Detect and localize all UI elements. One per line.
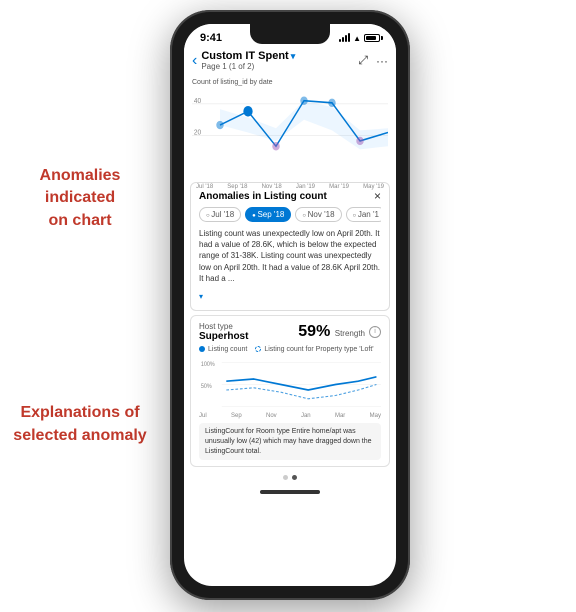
header-title: Custom IT Spent ▾ [201, 50, 295, 62]
explanation-type-label: Host type [199, 322, 248, 331]
x-mini-jan: Jan [301, 413, 311, 419]
status-time: 9:41 [200, 32, 222, 44]
anomaly-panel-title: Anomalies in Listing count [199, 191, 327, 202]
anomaly-tab-nov18[interactable]: Nov '18 [295, 207, 341, 222]
legend-label-listing: Listing count [208, 346, 247, 353]
phone-wrapper: 9:41 ▲ ‹ [170, 10, 410, 600]
header-title-block: Custom IT Spent ▾ Page 1 (1 of 2) [201, 50, 295, 71]
main-chart-svg: 40 20 [192, 88, 388, 178]
status-icons: ▲ [339, 34, 380, 43]
wifi-icon: ▲ [353, 34, 361, 43]
left-annotations: Anomalies indicatedon chart Explanations… [0, 0, 160, 612]
signal-bars-icon [339, 34, 350, 42]
dropdown-chevron-icon[interactable]: ▾ [291, 51, 296, 62]
pagination-dot-1[interactable] [283, 475, 288, 480]
phone-frame: 9:41 ▲ ‹ [170, 10, 410, 600]
x-label-jan19: Jan '19 [296, 184, 315, 190]
header-left: ‹ Custom IT Spent ▾ Page 1 (1 of 2) [192, 50, 295, 71]
strength-value-block: 59% Strength [298, 323, 365, 341]
strength-block: 59% Strength i [298, 323, 381, 341]
legend-item-listing-count: Listing count [199, 346, 247, 353]
header-subtitle: Page 1 (1 of 2) [201, 62, 295, 71]
x-mini-may: May [370, 413, 381, 419]
annotation-anomalies: Anomalies indicatedon chart [10, 165, 150, 232]
anomaly-tab-sep18[interactable]: Sep '18 [245, 207, 291, 222]
svg-text:100%: 100% [201, 361, 216, 368]
legend-item-property-loft: Listing count for Property type 'Loft' [255, 346, 373, 353]
strength-percentage: 59% [298, 323, 330, 340]
legend-label-loft: Listing count for Property type 'Loft' [264, 346, 373, 353]
explanation-card: Host type Superhost 59% Strength i [190, 315, 390, 467]
explanation-header: Host type Superhost 59% Strength i [199, 322, 381, 342]
more-options-icon[interactable]: ··· [376, 54, 388, 68]
svg-text:20: 20 [194, 129, 201, 136]
chart-label: Count of listing_id by date [192, 79, 388, 86]
pagination-dots [184, 471, 396, 482]
see-more-button[interactable]: ▾ [199, 292, 203, 301]
explanation-footer: ListingCount for Room type Entire home/a… [199, 423, 381, 460]
mini-chart-legend: Listing count Listing count for Property… [199, 346, 381, 353]
x-label-sep18: Sep '18 [227, 184, 247, 190]
x-mini-sep: Sep [231, 413, 242, 419]
x-mini-mar: Mar [335, 413, 345, 419]
status-bar: 9:41 ▲ [184, 24, 396, 46]
anomaly-tab-jul18[interactable]: Jul '18 [199, 207, 241, 222]
pagination-dot-2[interactable] [292, 475, 297, 480]
info-icon[interactable]: i [369, 326, 381, 338]
x-mini-nov: Nov [266, 413, 277, 419]
main-chart[interactable]: 40 20 [192, 88, 388, 178]
phone-bottom [184, 482, 396, 502]
legend-dot-loft [255, 346, 261, 352]
anomaly-description: Listing count was unexpectedly low on Ap… [199, 228, 381, 284]
legend-dot-listing [199, 346, 205, 352]
app-header: ‹ Custom IT Spent ▾ Page 1 (1 of 2) ⤢ ··… [184, 46, 396, 75]
strength-label: Strength [335, 329, 365, 338]
home-indicator[interactable] [260, 490, 320, 494]
x-label-mar19: Mar '19 [329, 184, 349, 190]
x-mini-jul: Jul [199, 413, 207, 419]
anomaly-tab-jan19[interactable]: Jan '1 [346, 207, 381, 222]
svg-text:50%: 50% [201, 383, 212, 390]
x-label-nov18: Nov '18 [262, 184, 282, 190]
expand-icon[interactable]: ⤢ [358, 53, 368, 68]
header-right: ⤢ ··· [358, 53, 388, 68]
x-label-jul18: Jul '18 [196, 184, 213, 190]
mini-chart: 100% 50% [199, 357, 381, 412]
explanation-type-block: Host type Superhost [199, 322, 248, 342]
chart-section: Count of listing_id by date 40 20 [184, 75, 396, 178]
mini-chart-x-labels: Jul Sep Nov Jan Mar May [199, 413, 381, 419]
phone-screen: 9:41 ▲ ‹ [184, 24, 396, 586]
explanation-name: Superhost [199, 331, 248, 342]
annotation-explanations: Explanations ofselected anomaly [10, 402, 150, 447]
back-button[interactable]: ‹ [192, 52, 197, 70]
anomaly-panel-header: Anomalies in Listing count × [199, 189, 381, 203]
svg-text:40: 40 [194, 98, 201, 105]
anomaly-panel: Anomalies in Listing count × Jul '18 Sep… [190, 182, 390, 311]
anomaly-close-button[interactable]: × [374, 189, 381, 203]
x-label-may19: May '19 [363, 184, 384, 190]
mini-chart-svg: 100% 50% [199, 357, 381, 412]
anomaly-tabs: Jul '18 Sep '18 Nov '18 Jan '1 [199, 207, 381, 222]
battery-icon [364, 34, 380, 42]
